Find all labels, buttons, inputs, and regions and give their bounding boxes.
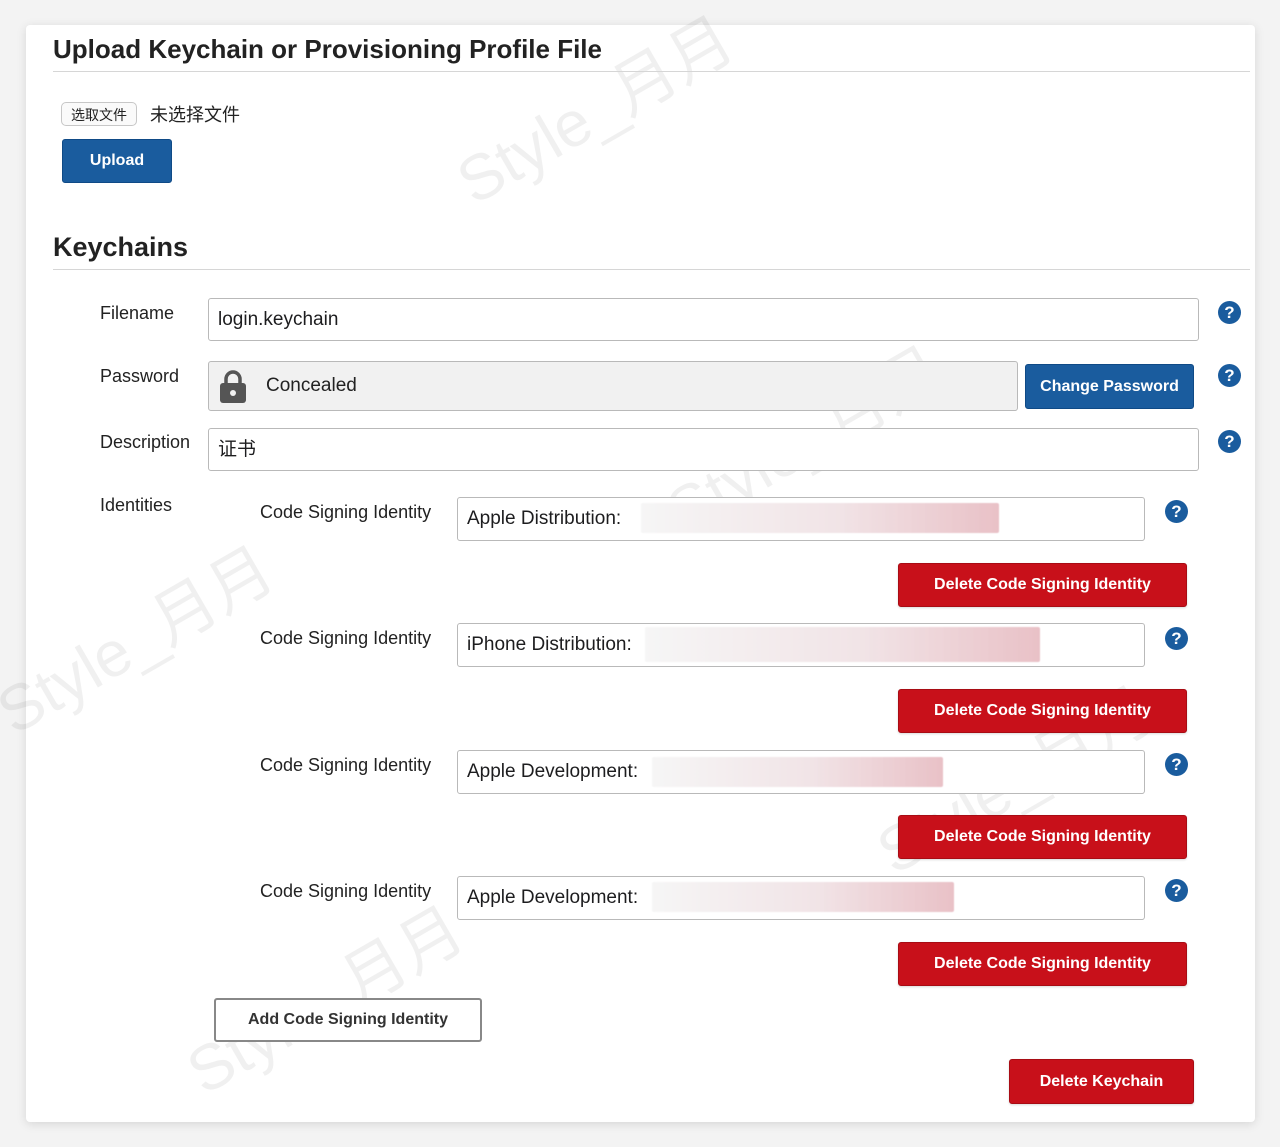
redacted-value bbox=[641, 503, 999, 533]
password-help-icon[interactable]: ? bbox=[1218, 364, 1241, 387]
lock-icon bbox=[219, 369, 247, 408]
upload-section-title: Upload Keychain or Provisioning Profile … bbox=[53, 34, 602, 64]
code-signing-identity-label: Code Signing Identity bbox=[260, 755, 432, 775]
identity-help-icon[interactable]: ? bbox=[1165, 879, 1188, 902]
redacted-value bbox=[645, 627, 1040, 662]
password-concealed-text: Concealed bbox=[266, 375, 357, 396]
password-label: Password bbox=[100, 366, 180, 386]
redacted-value bbox=[652, 882, 954, 912]
code-signing-identity-label: Code Signing Identity bbox=[260, 881, 432, 901]
code-signing-identity-label: Code Signing Identity bbox=[260, 628, 432, 648]
identity-help-icon[interactable]: ? bbox=[1165, 627, 1188, 650]
identity-help-icon[interactable]: ? bbox=[1165, 500, 1188, 523]
delete-code-signing-identity-button[interactable]: Delete Code Signing Identity bbox=[898, 942, 1187, 986]
filename-label: Filename bbox=[100, 303, 175, 323]
description-label: Description bbox=[100, 432, 191, 452]
description-field[interactable]: 证书 bbox=[208, 428, 1199, 471]
filename-field[interactable]: login.keychain bbox=[208, 298, 1199, 341]
choose-file-button[interactable]: 选取文件 bbox=[61, 102, 137, 126]
add-code-signing-identity-button[interactable]: Add Code Signing Identity bbox=[214, 998, 482, 1042]
redacted-value bbox=[652, 757, 943, 787]
section-divider bbox=[53, 71, 1250, 72]
delete-keychain-button[interactable]: Delete Keychain bbox=[1009, 1059, 1194, 1104]
code-signing-identity-label: Code Signing Identity bbox=[260, 502, 432, 522]
filename-help-icon[interactable]: ? bbox=[1218, 301, 1241, 324]
change-password-button[interactable]: Change Password bbox=[1025, 364, 1194, 409]
description-help-icon[interactable]: ? bbox=[1218, 430, 1241, 453]
identity-help-icon[interactable]: ? bbox=[1165, 753, 1188, 776]
upload-button[interactable]: Upload bbox=[62, 139, 172, 183]
identities-label: Identities bbox=[100, 495, 173, 515]
keychains-section-title: Keychains bbox=[53, 232, 189, 262]
file-status-text: 未选择文件 bbox=[150, 105, 240, 125]
section-divider bbox=[53, 269, 1250, 270]
delete-code-signing-identity-button[interactable]: Delete Code Signing Identity bbox=[898, 689, 1187, 733]
delete-code-signing-identity-button[interactable]: Delete Code Signing Identity bbox=[898, 563, 1187, 607]
delete-code-signing-identity-button[interactable]: Delete Code Signing Identity bbox=[898, 815, 1187, 859]
